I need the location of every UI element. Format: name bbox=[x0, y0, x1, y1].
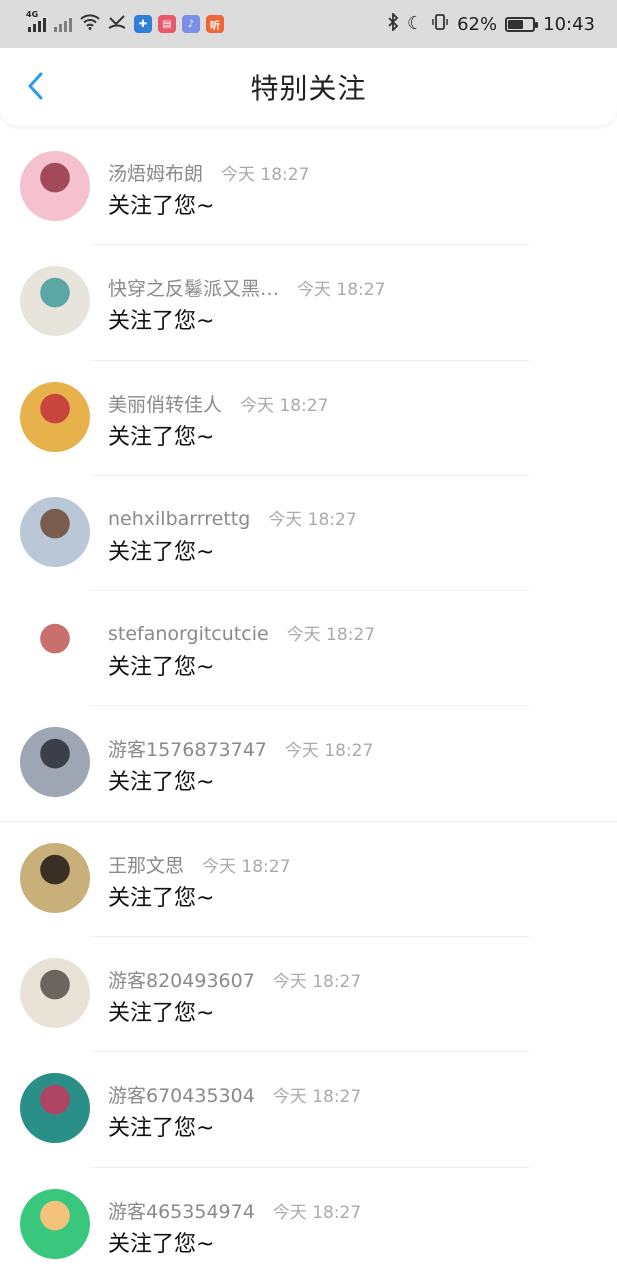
chevron-left-icon bbox=[28, 72, 43, 100]
avatar[interactable] bbox=[20, 266, 90, 337]
item-meta: 汤焐姆布朗 今天 18:27 bbox=[108, 159, 309, 186]
missed-call-icon bbox=[108, 14, 126, 34]
message-text: 关注了您~ bbox=[108, 309, 215, 335]
item-meta: 游客670435304 今天 18:27 bbox=[108, 1081, 361, 1108]
message-text: 关注了您~ bbox=[108, 194, 215, 219]
timestamp: 今天 18:27 bbox=[272, 1202, 362, 1223]
item-meta: nehxilbarrrettg 今天 18:27 bbox=[108, 505, 357, 530]
username[interactable]: 王那文思 bbox=[108, 851, 184, 878]
battery-icon bbox=[505, 16, 539, 32]
avatar[interactable] bbox=[20, 727, 90, 798]
message-text: 关注了您~ bbox=[108, 655, 215, 681]
timestamp: 今天 18:27 bbox=[297, 280, 386, 301]
avatar[interactable] bbox=[20, 842, 90, 913]
message-text: 关注了您~ bbox=[108, 1231, 215, 1257]
list-item[interactable]: 游客670435304 今天 18:27 关注了您~ bbox=[0, 1052, 617, 1168]
list-item[interactable]: 游客1576873747 今天 18:27 关注了您~ bbox=[0, 706, 617, 822]
item-meta: 美丽俏转佳人 今天 18:27 bbox=[108, 390, 328, 417]
back-button[interactable] bbox=[14, 64, 58, 108]
list-item[interactable]: 快穿之反鬈派又黑… 今天 18:27 关注了您~ bbox=[0, 245, 617, 361]
list-item[interactable]: 汤焐姆布朗 今天 18:27 关注了您~ bbox=[0, 130, 617, 246]
vibrate-icon bbox=[431, 13, 449, 35]
list-item[interactable]: nehxilbarrrettg 今天 18:27 关注了您~ bbox=[0, 476, 617, 592]
avatar[interactable] bbox=[20, 1073, 90, 1144]
username[interactable]: 游客465354974 bbox=[108, 1197, 255, 1224]
shield-app-icon: ✚ bbox=[134, 15, 152, 33]
message-text: 关注了您~ bbox=[108, 1116, 215, 1142]
username[interactable]: 游客670435304 bbox=[108, 1081, 255, 1108]
list-item[interactable]: stefanorgitcutcie 今天 18:27 关注了您~ bbox=[0, 591, 617, 707]
username[interactable]: 汤焐姆布朗 bbox=[108, 159, 203, 186]
timestamp: 今天 18:27 bbox=[272, 1087, 362, 1108]
timestamp: 今天 18:27 bbox=[286, 625, 376, 646]
list-item[interactable]: 王那文思 今天 18:27 关注了您~ bbox=[0, 822, 617, 938]
status-left: 4G ✚ ▤ ♪ 听 bbox=[26, 10, 224, 34]
message-text: 关注了您~ bbox=[108, 770, 215, 796]
bluetooth-icon bbox=[387, 11, 399, 35]
item-meta: 快穿之反鬈派又黑… 今天 18:27 bbox=[108, 274, 385, 301]
timestamp: 今天 18:27 bbox=[268, 509, 357, 530]
username[interactable]: 游客820493607 bbox=[108, 966, 255, 993]
battery-percent: 62% bbox=[457, 13, 498, 35]
timestamp: 今天 18:27 bbox=[272, 972, 362, 993]
list-item[interactable]: 美丽俏转佳人 今天 18:27 关注了您~ bbox=[0, 361, 617, 476]
item-meta: 游客465354974 今天 18:27 bbox=[108, 1197, 361, 1224]
username[interactable]: 游客1576873747 bbox=[108, 735, 267, 762]
avatar[interactable] bbox=[20, 381, 90, 452]
item-meta: stefanorgitcutcie 今天 18:27 bbox=[108, 620, 375, 645]
avatar[interactable] bbox=[20, 496, 90, 567]
notification-app-icons: ✚ ▤ ♪ 听 bbox=[134, 15, 224, 33]
status-bar: 4G ✚ ▤ ♪ 听 ☾ 62% 10:43 bbox=[0, 0, 617, 48]
username[interactable]: stefanorgitcutcie bbox=[108, 623, 269, 645]
page-title: 特别关注 bbox=[250, 72, 367, 105]
timestamp: 今天 18:27 bbox=[221, 165, 310, 185]
listen-app-icon: 听 bbox=[206, 15, 224, 33]
cell-signal-2-icon bbox=[54, 16, 72, 32]
timestamp: 今天 18:27 bbox=[240, 395, 329, 416]
username[interactable]: nehxilbarrrettg bbox=[108, 508, 250, 530]
username[interactable]: 快穿之反鬈派又黑… bbox=[108, 274, 279, 301]
item-meta: 游客1576873747 今天 18:27 bbox=[108, 735, 373, 762]
cell-signal-icon: 4G bbox=[26, 10, 46, 32]
wifi-icon bbox=[80, 14, 100, 34]
item-meta: 王那文思 今天 18:27 bbox=[108, 851, 290, 878]
list-item[interactable]: 游客465354974 今天 18:27 关注了您~ bbox=[0, 1168, 617, 1280]
avatar[interactable] bbox=[20, 612, 90, 683]
list-item[interactable]: 游客820493607 今天 18:27 关注了您~ bbox=[0, 937, 617, 1053]
avatar[interactable] bbox=[20, 1188, 90, 1259]
username[interactable]: 美丽俏转佳人 bbox=[108, 390, 222, 417]
message-text: 关注了您~ bbox=[108, 1001, 215, 1027]
clock: 10:43 bbox=[543, 13, 595, 35]
follower-list: 汤焐姆布朗 今天 18:27 关注了您~ 快穿之反鬈派又黑… 今天 18:27 关注了您~… bbox=[0, 130, 617, 1280]
message-text: 关注了您~ bbox=[108, 885, 215, 911]
message-text: 关注了您~ bbox=[108, 424, 215, 450]
item-meta: 游客820493607 今天 18:27 bbox=[108, 966, 361, 993]
navigation-header: 特别关注 bbox=[0, 48, 617, 126]
moon-icon: ☾ bbox=[406, 13, 424, 34]
message-text: 关注了您~ bbox=[108, 539, 215, 565]
status-right: ☾ 62% 10:43 bbox=[387, 11, 595, 35]
timestamp: 今天 18:27 bbox=[284, 741, 374, 762]
book-app-icon: ▤ bbox=[158, 15, 176, 33]
music-app-icon: ♪ bbox=[182, 15, 200, 33]
avatar[interactable] bbox=[20, 151, 90, 221]
avatar[interactable] bbox=[20, 958, 90, 1029]
network-type-label: 4G bbox=[26, 10, 39, 19]
timestamp: 今天 18:27 bbox=[202, 856, 291, 877]
